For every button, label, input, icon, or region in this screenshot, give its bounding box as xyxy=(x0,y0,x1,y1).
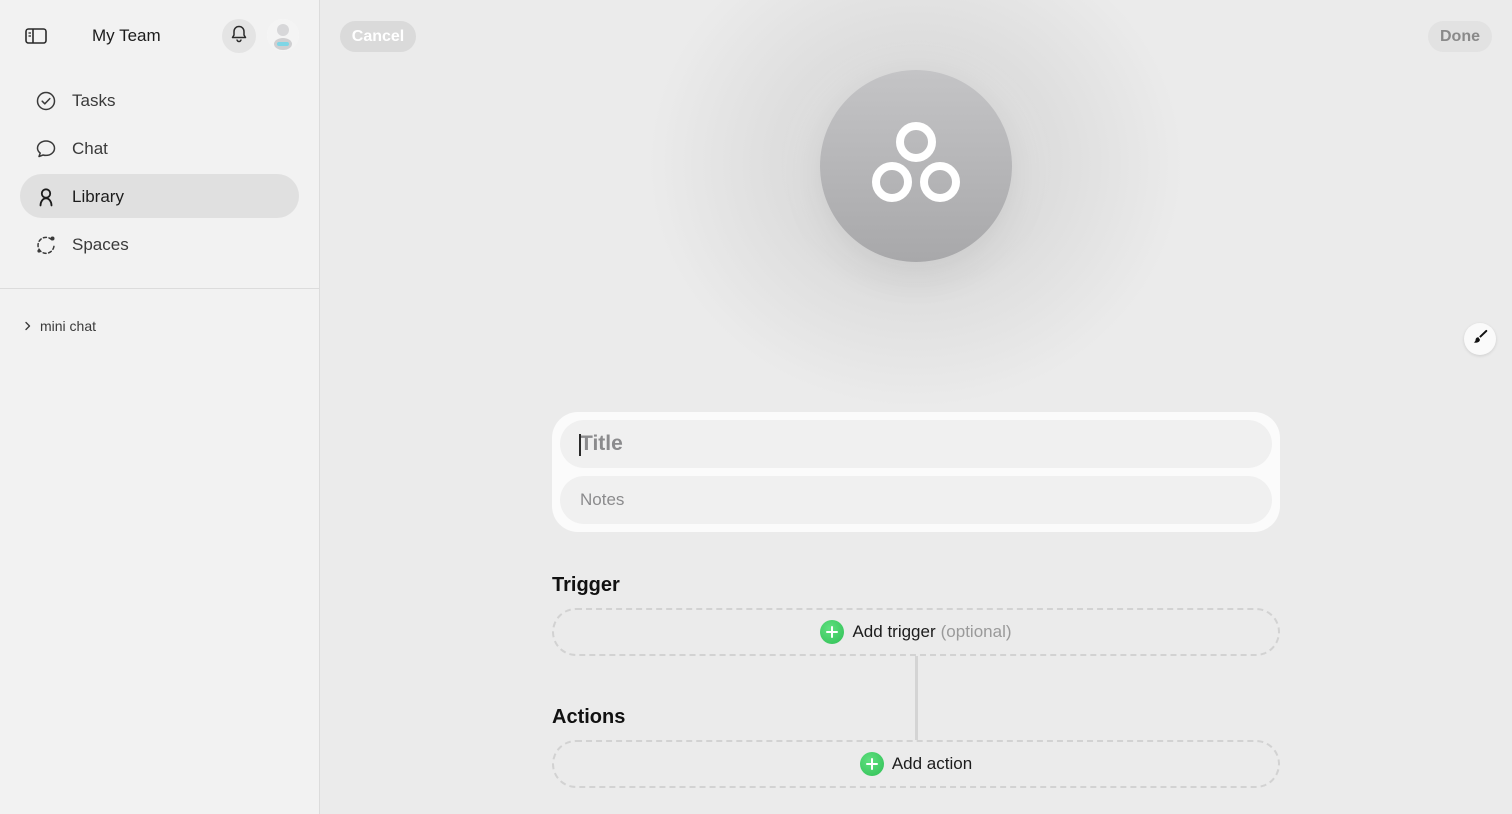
plus-circle-icon xyxy=(820,620,845,644)
sidebar-group-label: mini chat xyxy=(40,318,97,334)
trigger-heading: Trigger xyxy=(552,574,620,596)
add-trigger-label: Add trigger xyxy=(852,622,936,641)
team-name[interactable]: My Team xyxy=(92,26,161,46)
title-notes-card xyxy=(552,412,1280,532)
notifications-button[interactable] xyxy=(222,19,256,53)
sidebar-item-tasks[interactable]: Tasks xyxy=(20,78,299,122)
add-trigger-button[interactable]: Add trigger (optional) xyxy=(552,608,1280,656)
shortcut-icon-picker[interactable] xyxy=(820,70,1012,262)
three-circles-icon xyxy=(872,122,960,202)
sidebar-item-spaces[interactable]: Spaces xyxy=(20,222,299,266)
person-icon xyxy=(35,186,57,208)
sidebar: My Team Tasks Chat Library Spaces mini c… xyxy=(0,0,320,814)
cancel-button[interactable]: Cancel xyxy=(340,21,416,52)
plus-circle-icon xyxy=(859,752,884,776)
add-action-button[interactable]: Add action xyxy=(552,740,1280,788)
bell-icon xyxy=(229,24,249,49)
chat-bubble-icon xyxy=(35,138,57,160)
flow-connector xyxy=(915,656,918,740)
sidebar-item-label: Library xyxy=(72,187,124,206)
sidebar-nav: Tasks Chat Library Spaces xyxy=(20,78,299,270)
chevron-right-icon xyxy=(22,319,34,333)
done-button[interactable]: Done xyxy=(1428,21,1492,52)
sidebar-group-mini-chat[interactable]: mini chat xyxy=(22,318,96,334)
customize-appearance-button[interactable] xyxy=(1464,323,1496,355)
sidebar-toggle-icon[interactable] xyxy=(24,26,48,46)
sidebar-item-label: Spaces xyxy=(72,235,129,254)
paintbrush-icon xyxy=(1471,328,1489,351)
sidebar-header: My Team xyxy=(0,0,320,72)
avatar[interactable] xyxy=(267,19,299,51)
text-caret xyxy=(579,434,581,456)
sidebar-item-library[interactable]: Library xyxy=(20,174,299,218)
sidebar-item-label: Tasks xyxy=(72,91,116,110)
title-input[interactable] xyxy=(560,420,1272,468)
actions-heading: Actions xyxy=(552,706,626,728)
spaces-icon xyxy=(35,234,57,256)
notes-input[interactable] xyxy=(560,476,1272,524)
sidebar-item-chat[interactable]: Chat xyxy=(20,126,299,170)
check-circle-icon xyxy=(35,90,57,112)
sidebar-item-label: Chat xyxy=(72,139,108,158)
optional-label: (optional) xyxy=(940,622,1012,641)
sidebar-divider xyxy=(0,288,320,289)
add-action-label: Add action xyxy=(891,754,973,773)
